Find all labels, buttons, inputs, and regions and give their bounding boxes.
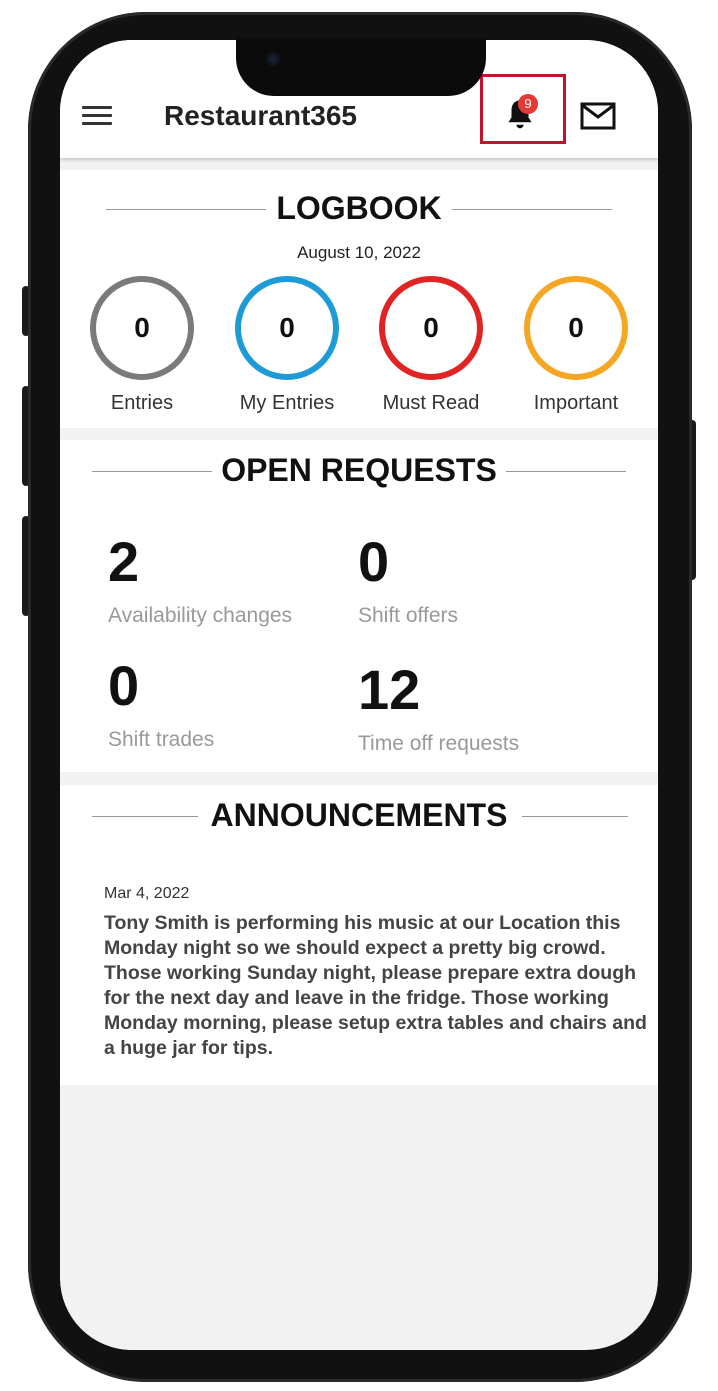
must-read-label: Must Read [382, 392, 480, 414]
hamburger-menu-icon[interactable] [82, 106, 112, 126]
shift-offers-item[interactable]: 0 Shift offers [358, 534, 458, 628]
app-title: Restaurant365 [164, 100, 357, 131]
time-off-requests-label: Time off requests [358, 732, 520, 755]
shift-offers-label: Shift offers [358, 604, 458, 627]
entries-ring: 0 [90, 276, 194, 380]
camera-icon [266, 52, 280, 66]
announcements-card: ANNOUNCEMENTS Mar 4, 2022 Tony Smith is … [60, 785, 658, 1085]
logbook-card: LOGBOOK August 10, 2022 0 Entries 0 My E… [60, 170, 658, 428]
open-requests-header: OPEN REQUESTS [60, 452, 658, 489]
notification-badge: 9 [518, 94, 538, 114]
stat-must-read[interactable]: 0 Must Read [361, 276, 501, 415]
availability-changes-label: Availability changes [108, 604, 293, 627]
availability-changes-count: 2 [108, 530, 140, 593]
time-off-requests-item[interactable]: 12 Time off requests [358, 662, 519, 756]
mail-icon[interactable] [580, 102, 616, 130]
important-label: Important [533, 392, 619, 414]
open-requests-title: OPEN REQUESTS [221, 452, 497, 488]
entries-label: Entries [110, 392, 174, 414]
stat-entries[interactable]: 0 Entries [72, 276, 212, 415]
my-entries-ring: 0 [235, 276, 339, 380]
phone-notch [236, 38, 486, 96]
stat-important[interactable]: 0 Important [506, 276, 646, 415]
shift-offers-count: 0 [358, 530, 390, 593]
logbook-date: August 10, 2022 [297, 243, 421, 262]
open-requests-card: OPEN REQUESTS 2 Availability changes 0 S… [60, 440, 658, 772]
logbook-title: LOGBOOK [276, 190, 442, 226]
logbook-header: LOGBOOK [60, 190, 658, 227]
shift-trades-label: Shift trades [108, 728, 215, 751]
shift-trades-count: 0 [108, 654, 140, 717]
announcements-title: ANNOUNCEMENTS [210, 797, 508, 833]
announcement-body: Tony Smith is performing his music at ou… [104, 912, 647, 1059]
announcement-date: Mar 4, 2022 [104, 885, 190, 902]
announcements-header: ANNOUNCEMENTS [60, 797, 658, 834]
my-entries-label: My Entries [239, 392, 335, 414]
app-screen: Restaurant365 9 LOGBOOK August 10, 2022 … [60, 40, 658, 1350]
availability-changes-item[interactable]: 2 Availability changes [108, 534, 292, 628]
shift-trades-item[interactable]: 0 Shift trades [108, 658, 214, 752]
must-read-ring: 0 [379, 276, 483, 380]
time-off-requests-count: 12 [358, 658, 421, 721]
stat-my-entries[interactable]: 0 My Entries [217, 276, 357, 415]
important-ring: 0 [524, 276, 628, 380]
